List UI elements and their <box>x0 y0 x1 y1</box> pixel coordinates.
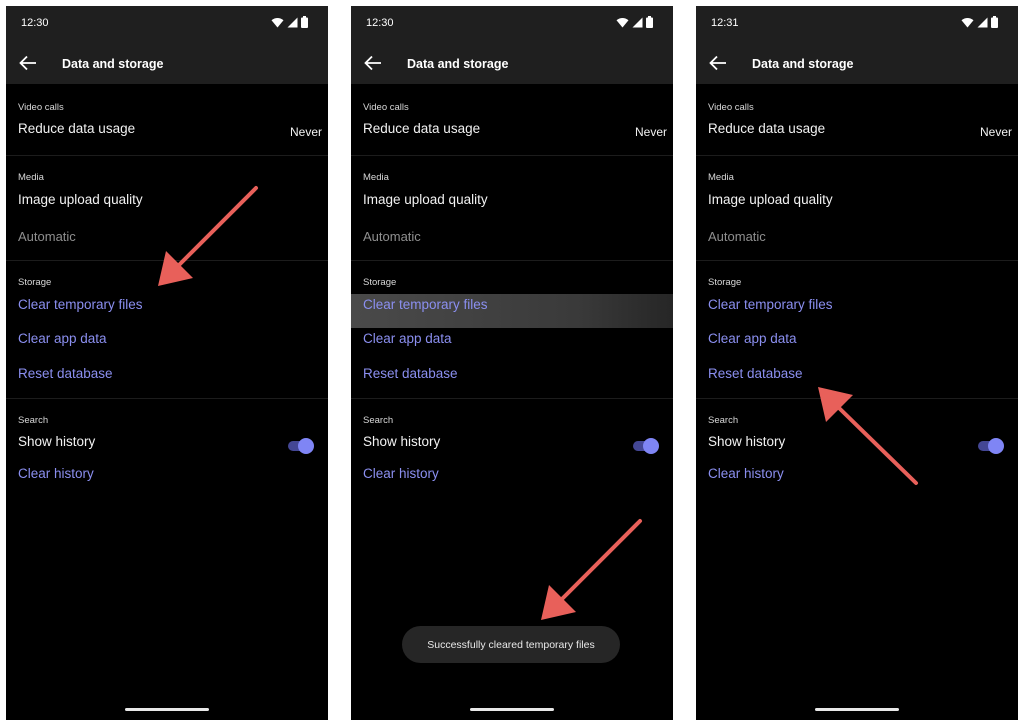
divider <box>6 260 328 261</box>
divider <box>351 155 673 156</box>
app-bar: Data and storage <box>351 42 673 84</box>
signal-icon <box>287 17 298 27</box>
wifi-icon <box>271 17 284 27</box>
reset-database-link[interactable]: Reset database <box>363 366 458 381</box>
back-arrow-icon[interactable] <box>18 53 38 73</box>
image-upload-quality-setting[interactable]: Image upload quality <box>363 192 488 207</box>
status-bar: 12:30 <box>351 6 673 42</box>
section-header-media: Media <box>18 172 44 183</box>
image-upload-quality-value: Automatic <box>18 229 76 244</box>
section-header-media: Media <box>708 172 734 183</box>
reduce-data-usage-setting[interactable]: Reduce data usage <box>708 121 825 136</box>
section-header-search: Search <box>18 415 49 426</box>
phone-screen-2: 12:30 Data and storage Video calls Reduc… <box>351 6 673 720</box>
clear-history-link[interactable]: Clear history <box>18 466 94 481</box>
reduce-data-usage-value[interactable]: Never <box>290 125 322 139</box>
clear-temporary-files-link[interactable]: Clear temporary files <box>18 297 143 312</box>
status-time: 12:31 <box>711 17 739 29</box>
clear-temporary-files-link[interactable]: Clear temporary files <box>708 297 833 312</box>
back-arrow-icon[interactable] <box>363 53 383 73</box>
divider <box>6 398 328 399</box>
divider <box>351 260 673 261</box>
divider <box>6 155 328 156</box>
battery-icon <box>991 16 998 28</box>
app-bar: Data and storage <box>696 42 1018 84</box>
section-header-media: Media <box>363 172 389 183</box>
section-header-storage: Storage <box>708 277 742 288</box>
clear-app-data-link[interactable]: Clear app data <box>708 331 797 346</box>
toast-message: Successfully cleared temporary files <box>402 626 620 663</box>
home-indicator <box>470 708 554 711</box>
signal-icon <box>632 17 643 27</box>
show-history-toggle[interactable] <box>288 438 314 454</box>
section-header-video-calls: Video calls <box>18 102 64 113</box>
phone-screen-3: 12:31 Data and storage Video calls Reduc… <box>696 6 1018 720</box>
section-header-storage: Storage <box>363 277 397 288</box>
reduce-data-usage-setting[interactable]: Reduce data usage <box>363 121 480 136</box>
image-upload-quality-setting[interactable]: Image upload quality <box>18 192 143 207</box>
status-bar: 12:31 <box>696 6 1018 42</box>
reset-database-link[interactable]: Reset database <box>18 366 113 381</box>
divider <box>696 155 1018 156</box>
battery-icon <box>646 16 653 28</box>
phone-screen-1: 12:30 Data and storage Video calls Reduc… <box>6 6 328 720</box>
reduce-data-usage-setting[interactable]: Reduce data usage <box>18 121 135 136</box>
divider <box>696 398 1018 399</box>
clear-temporary-files-link[interactable]: Clear temporary files <box>363 297 488 312</box>
show-history-toggle[interactable] <box>978 438 1004 454</box>
signal-icon <box>977 17 988 27</box>
home-indicator <box>125 708 209 711</box>
clear-app-data-link[interactable]: Clear app data <box>363 331 452 346</box>
section-header-storage: Storage <box>18 277 52 288</box>
reduce-data-usage-value[interactable]: Never <box>980 125 1012 139</box>
clear-app-data-link[interactable]: Clear app data <box>18 331 107 346</box>
page-title: Data and storage <box>62 57 164 71</box>
divider <box>351 398 673 399</box>
section-header-search: Search <box>363 415 394 426</box>
app-bar: Data and storage <box>6 42 328 84</box>
back-arrow-icon[interactable] <box>708 53 728 73</box>
show-history-setting: Show history <box>18 434 96 449</box>
wifi-icon <box>961 17 974 27</box>
reduce-data-usage-value[interactable]: Never <box>635 125 667 139</box>
show-history-toggle[interactable] <box>633 438 659 454</box>
section-header-video-calls: Video calls <box>363 102 409 113</box>
battery-icon <box>301 16 308 28</box>
show-history-setting: Show history <box>708 434 786 449</box>
wifi-icon <box>616 17 629 27</box>
page-title: Data and storage <box>752 57 854 71</box>
reset-database-link[interactable]: Reset database <box>708 366 803 381</box>
home-indicator <box>815 708 899 711</box>
status-time: 12:30 <box>366 17 394 29</box>
image-upload-quality-value: Automatic <box>363 229 421 244</box>
status-bar: 12:30 <box>6 6 328 42</box>
clear-history-link[interactable]: Clear history <box>363 466 439 481</box>
page-title: Data and storage <box>407 57 509 71</box>
clear-history-link[interactable]: Clear history <box>708 466 784 481</box>
image-upload-quality-setting[interactable]: Image upload quality <box>708 192 833 207</box>
image-upload-quality-value: Automatic <box>708 229 766 244</box>
status-time: 12:30 <box>21 17 49 29</box>
divider <box>696 260 1018 261</box>
show-history-setting: Show history <box>363 434 441 449</box>
section-header-video-calls: Video calls <box>708 102 754 113</box>
section-header-search: Search <box>708 415 739 426</box>
